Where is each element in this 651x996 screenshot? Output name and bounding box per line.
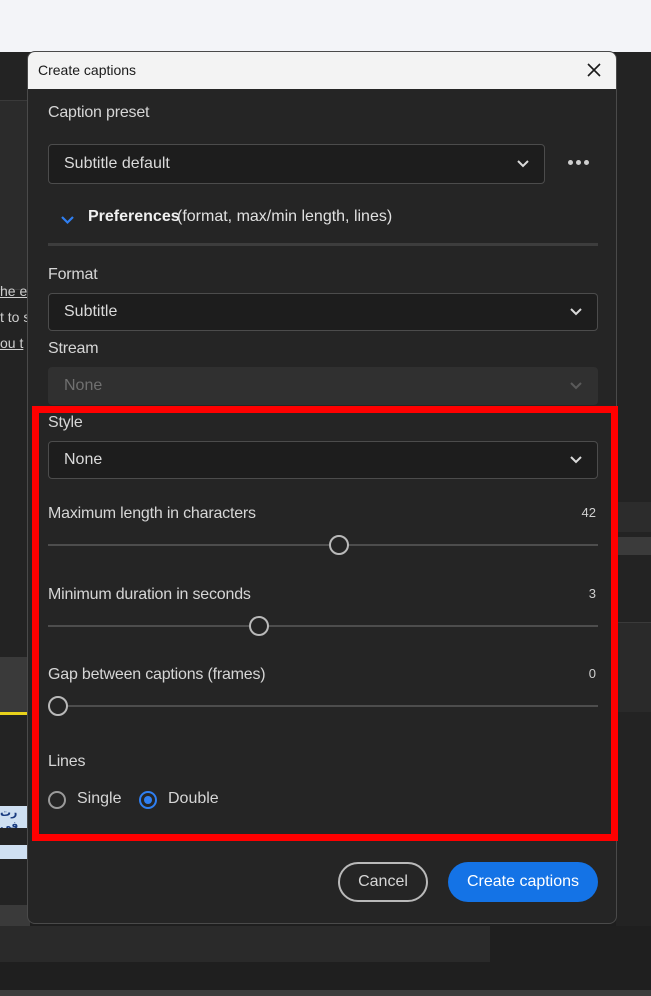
caption-preset-value: Subtitle default [64,155,170,172]
create-captions-button[interactable]: Create captions [448,862,598,902]
min-duration-value: 3 [588,586,596,601]
background-panel [0,100,30,290]
background-playhead-bar [0,712,30,715]
background-caption-clip: رت في [0,806,30,828]
background-panel [0,926,490,962]
chevron-down-icon [517,160,529,168]
format-value: Subtitle [64,303,118,320]
min-duration-slider[interactable] [48,616,598,636]
gap-slider[interactable] [48,696,598,716]
create-captions-dialog: Create captions Caption preset Subtitle … [27,51,617,924]
section-divider [48,243,598,246]
gap-value: 0 [588,666,596,681]
background-timeline [0,657,30,712]
caption-preset-label: Caption preset [48,104,150,121]
lines-label: Lines [48,753,86,770]
chevron-down-icon [61,216,74,225]
background-panel [616,502,651,532]
style-value: None [64,451,103,468]
chevron-down-icon [570,308,582,316]
radio-single-circle[interactable] [48,791,66,809]
gap-slider-thumb[interactable] [48,696,68,716]
background-left-panel: he e t to s ou t رت في [0,52,30,996]
style-label: Style [48,414,83,431]
stream-dropdown: None [48,367,598,405]
gap-label: Gap between captions (frames) [48,666,266,683]
background-right-panel [616,52,651,996]
caption-preset-dropdown[interactable]: Subtitle default [48,144,545,184]
background-text-fragment: ou t [0,335,24,351]
background-ruler [616,537,651,555]
radio-double-circle[interactable] [139,791,157,809]
max-length-slider[interactable] [48,535,598,555]
dialog-title: Create captions [38,62,137,78]
format-label: Format [48,266,98,283]
background-bottom-area [0,926,651,996]
cancel-button[interactable]: Cancel [338,862,428,902]
min-duration-slider-thumb[interactable] [249,616,270,636]
max-length-label: Maximum length in characters [48,505,256,522]
more-options-icon[interactable] [568,159,590,167]
background-text-fragment: he e [0,283,28,299]
max-length-slider-thumb[interactable] [328,535,349,555]
background-window-top [0,0,651,52]
preferences-title: Preferences [88,208,180,225]
chevron-down-icon [570,456,582,464]
stream-value: None [64,377,103,394]
style-dropdown[interactable]: None [48,441,598,479]
background-panel [616,622,651,712]
background-text-fragment: t to s [0,309,30,325]
close-icon[interactable] [584,60,604,80]
radio-double-label: Double [168,790,219,807]
background-status-strip [0,990,651,996]
stream-label: Stream [48,340,99,357]
format-dropdown[interactable]: Subtitle [48,293,598,331]
max-length-value: 42 [581,505,596,520]
chevron-down-icon [570,382,582,390]
background-caption-clip [0,845,30,859]
preferences-subtitle: (format, max/min length, lines) [177,208,393,225]
radio-single-label: Single [77,790,122,807]
dialog-titlebar: Create captions [28,52,616,89]
min-duration-label: Minimum duration in seconds [48,586,251,603]
